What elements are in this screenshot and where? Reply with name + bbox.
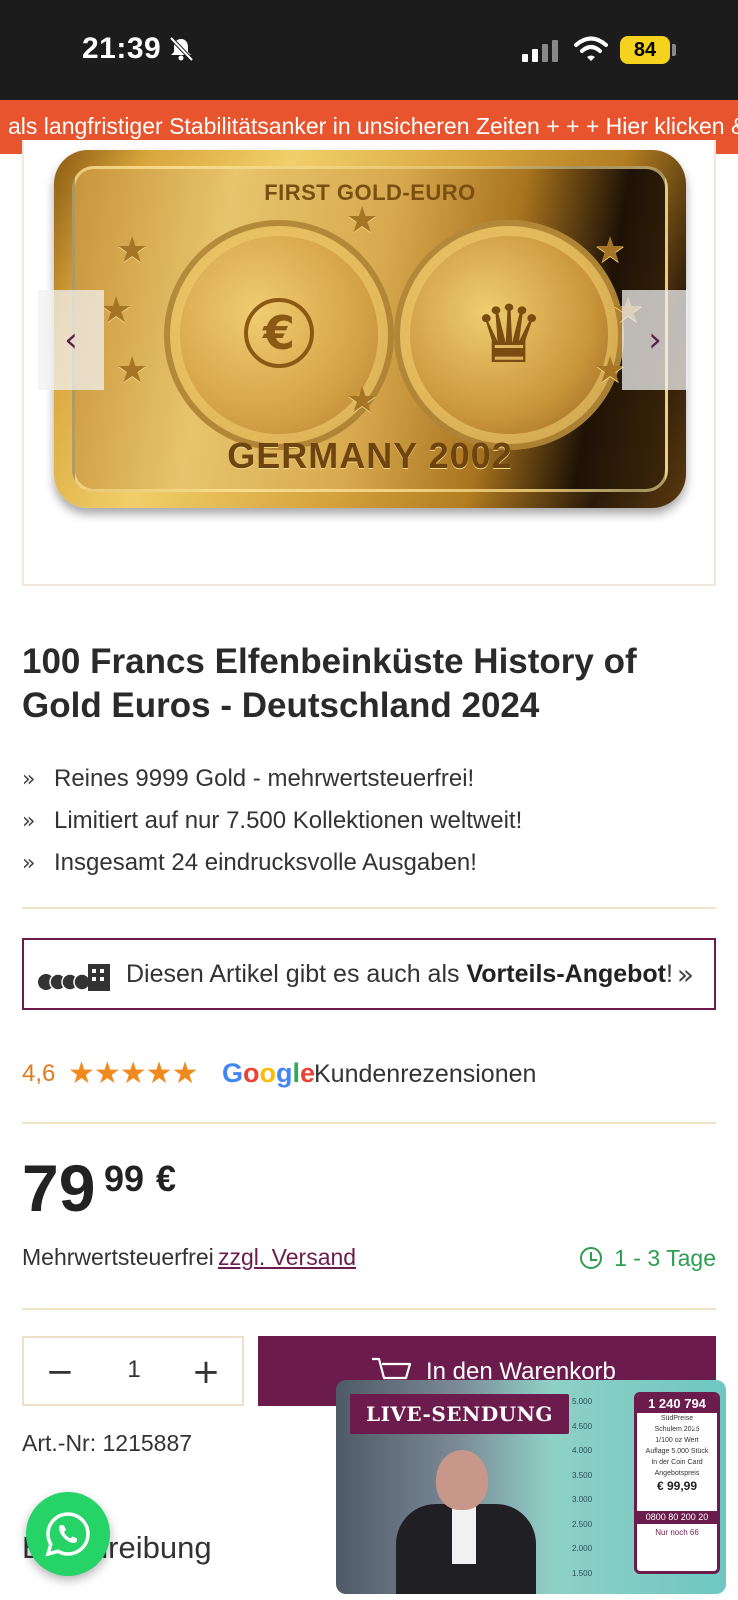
coins-bundle-icon — [38, 964, 110, 991]
live-card-line: Angebotspreis — [654, 1470, 700, 1477]
whatsapp-icon — [45, 1512, 90, 1557]
vat-text: Mehrwertsteuerfrei — [22, 1244, 214, 1270]
product-image: FIRST GOLD-EURO € ♛ ★ ★ ★ ★ ★ ★ ★ ★ GERM… — [54, 150, 686, 508]
coin-right: ♛ — [394, 220, 624, 450]
bell-muted-icon — [169, 36, 194, 62]
wifi-icon — [574, 36, 608, 61]
chart-tick: 5.000 — [572, 1397, 593, 1406]
rating-value: 4,6 — [22, 1060, 56, 1087]
gallery-next-button[interactable]: › — [622, 290, 688, 390]
chart-tick: 2.000 — [572, 1544, 593, 1553]
list-item: » Limitiert auf nur 7.500 Kollektionen we… — [22, 800, 722, 842]
check-icon[interactable]: ✓ — [688, 1408, 710, 1438]
live-card-phone: 0800 80 200 20 — [637, 1511, 717, 1524]
eagle-icon: ♛ — [473, 288, 545, 381]
clock-icon — [580, 1247, 603, 1269]
list-item: » Insgesamt 24 eindrucksvolle Ausgaben! — [22, 842, 722, 884]
quantity-minus-button[interactable]: − — [42, 1352, 78, 1392]
google-logo: Google — [222, 1058, 316, 1088]
price-cents: 99 — [104, 1158, 145, 1199]
star-icon: ★ — [116, 350, 149, 391]
offer-text-bold: Vorteils-Angebot — [466, 960, 667, 988]
euro-icon: € — [244, 298, 314, 368]
chevron-right-icon: » — [22, 851, 36, 876]
feature-text: Limitiert auf nur 7.500 Kollektionen wel… — [54, 807, 523, 834]
rating-stars-icon: ★★★★★ — [68, 1056, 198, 1091]
image-caption-bottom: GERMANY 2002 — [227, 435, 513, 476]
chart-tick: 1.500 — [572, 1568, 593, 1578]
live-card-remaining: Nur noch 66 — [655, 1528, 699, 1537]
presenter-head — [436, 1450, 488, 1510]
divider — [22, 907, 716, 909]
star-icon: ★ — [116, 230, 149, 271]
ticker-text[interactable]: als langfristiger Stabilitätsanker in un… — [8, 113, 738, 140]
product-title: 100 Francs Elfenbeinküste History of Gol… — [22, 642, 637, 725]
star-icon: ★ — [346, 380, 379, 421]
status-bar: 21:39 84 — [0, 0, 738, 100]
chevron-right-icon: » — [676, 958, 694, 991]
divider — [22, 1122, 716, 1124]
live-badge: LIVE-SENDUNG — [350, 1394, 569, 1434]
star-icon: ★ — [594, 230, 627, 271]
chart-tick: 3.000 — [572, 1495, 593, 1504]
chart-tick: 4.000 — [572, 1446, 593, 1455]
shipping-link[interactable]: zzgl. Versand — [218, 1244, 356, 1271]
article-number: Art.-Nr: 1215887 — [22, 1430, 193, 1456]
presenter-image — [396, 1450, 536, 1594]
star-icon: ★ — [346, 200, 379, 241]
quantity-plus-button[interactable]: + — [188, 1352, 224, 1392]
rating-label: Kundenrezensionen — [314, 1060, 537, 1088]
presenter-shirt — [452, 1504, 476, 1564]
signal-icon — [522, 40, 558, 62]
chart-tick: 2.500 — [572, 1519, 593, 1529]
bundle-offer-link[interactable]: Diesen Artikel gibt es auch als Vorteils… — [22, 938, 716, 1010]
battery-tip — [672, 44, 676, 56]
feature-text: Insgesamt 24 eindrucksvolle Ausgaben! — [54, 849, 477, 876]
chart-tick: 4.500 — [572, 1421, 593, 1431]
price-currency: € — [156, 1158, 177, 1199]
live-video-overlay[interactable]: 5.000 4.500 4.000 3.500 3.000 2.500 2.00… — [336, 1380, 726, 1594]
gallery-prev-button[interactable]: ‹ — [38, 290, 104, 390]
star-icon: ★ — [100, 290, 133, 331]
divider — [22, 1308, 716, 1310]
battery-icon: 84 — [620, 36, 670, 64]
offer-text[interactable]: Diesen Artikel gibt es auch als Vorteils… — [126, 960, 673, 989]
chevron-right-icon: » — [22, 809, 36, 834]
whatsapp-button[interactable] — [26, 1492, 110, 1576]
live-card-line: In der Coin Card — [651, 1459, 703, 1466]
delivery-time: 1 - 3 Tage — [580, 1244, 716, 1272]
live-card-price: € 99,99 — [656, 1479, 698, 1493]
status-time: 21:39 — [82, 32, 162, 65]
chart-tick: 3.500 — [572, 1470, 593, 1480]
rating-row[interactable]: 4,6 ★★★★★ Google Kundenrezensionen — [22, 1056, 722, 1092]
live-chart-ticks: 5.000 4.500 4.000 3.500 3.000 2.500 2.00… — [572, 1390, 602, 1586]
quantity-stepper: − 1 + — [22, 1336, 244, 1406]
chevron-right-icon: » — [22, 767, 36, 792]
offer-text-prefix: Diesen Artikel gibt es auch als — [126, 960, 467, 988]
price-whole: 79 — [22, 1151, 96, 1225]
delivery-text: 1 - 3 Tage — [614, 1245, 716, 1271]
feature-text: Reines 9999 Gold - mehrwertsteuerfrei! — [54, 765, 475, 792]
quantity-input[interactable]: 1 — [114, 1356, 154, 1384]
product-gallery: FIRST GOLD-EURO € ♛ ★ ★ ★ ★ ★ ★ ★ ★ GERM… — [22, 140, 716, 586]
offer-text-suffix: ! — [666, 960, 673, 988]
list-item: » Reines 9999 Gold - mehrwertsteuerfrei! — [22, 758, 722, 800]
live-card-line: Auflage 5.000 Stück — [645, 1448, 709, 1455]
feature-list: » Reines 9999 Gold - mehrwertsteuerfrei! … — [22, 758, 722, 884]
